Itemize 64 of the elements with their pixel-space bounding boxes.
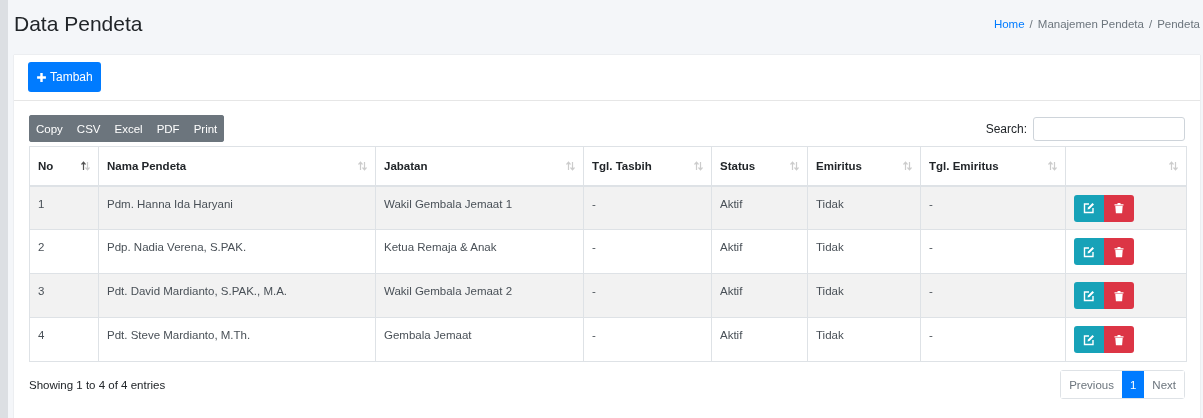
table-cell: Aktif	[720, 285, 743, 297]
table-cell: Tidak	[816, 241, 844, 253]
breadcrumb-item: Manajemen Pendeta	[1037, 18, 1144, 30]
plus-icon	[36, 71, 47, 83]
edit-button[interactable]	[1074, 238, 1104, 265]
table-cell: -	[929, 285, 933, 297]
delete-button[interactable]	[1104, 282, 1134, 309]
pagination-button[interactable]: 1	[1121, 371, 1145, 398]
edit-button[interactable]	[1074, 194, 1104, 222]
table-cell: 1	[38, 197, 45, 210]
table-cell: 4	[38, 329, 45, 341]
add-button[interactable]: Tambah	[28, 62, 101, 92]
page-title: Data Pendeta	[14, 12, 143, 36]
trash-icon	[1113, 245, 1125, 258]
delete-button[interactable]	[1104, 326, 1134, 353]
table-cell: -	[592, 197, 596, 210]
column-header[interactable]: Tgl. Emiritus	[929, 159, 999, 172]
table-cell: -	[929, 329, 933, 341]
column-header[interactable]: Status	[720, 159, 756, 172]
table-cell: -	[592, 241, 596, 253]
table-cell: Aktif	[720, 329, 743, 341]
table-cell: Ketua Remaja & Anak	[384, 241, 497, 253]
table-cell: Aktif	[720, 241, 743, 253]
search-label: Search:	[985, 121, 1027, 136]
search-field[interactable]	[1033, 116, 1185, 141]
column-header[interactable]: Nama Pendeta	[107, 159, 187, 172]
table-cell: Wakil Gembala Jemaat 2	[384, 285, 513, 297]
table-cell: Gembala Jemaat	[384, 329, 472, 341]
breadcrumb-separator: /	[1029, 18, 1033, 30]
column-header[interactable]: Tgl. Tasbih	[592, 159, 652, 172]
table-cell: -	[929, 241, 933, 253]
table-cell: -	[929, 197, 933, 210]
table-cell: Pdt. Steve Mardianto, M.Th.	[107, 329, 251, 341]
table-cell: 3	[38, 285, 45, 297]
delete-button[interactable]	[1104, 194, 1134, 222]
entries-info: Showing 1 to 4 of 4 entries	[29, 378, 166, 391]
trash-icon	[1113, 289, 1125, 302]
edit-button[interactable]	[1074, 282, 1104, 309]
table-cell: Tidak	[816, 197, 844, 210]
trash-icon	[1113, 333, 1125, 346]
edit-icon	[1083, 333, 1095, 346]
trash-icon	[1113, 202, 1125, 214]
table-cell: 2	[38, 241, 45, 253]
breadcrumb-link[interactable]: Home	[993, 18, 1025, 30]
table-cell: Tidak	[816, 329, 844, 341]
column-header[interactable]: Jabatan	[384, 159, 428, 172]
edit-icon	[1083, 289, 1095, 302]
edit-button[interactable]	[1074, 326, 1104, 353]
table-cell: Pdp. Nadia Verena, S.PAK.	[107, 241, 247, 253]
breadcrumb-item: Pendeta	[1157, 18, 1200, 30]
table-cell: Pdt. David Mardianto, S.PAK., M.A.	[107, 285, 288, 297]
delete-button[interactable]	[1104, 238, 1134, 265]
table-cell: Pdm. Hanna Ida Haryani	[107, 197, 233, 210]
column-header[interactable]: Emiritus	[816, 159, 862, 172]
table-cell: Wakil Gembala Jemaat 1	[384, 197, 513, 210]
sort-icon[interactable]	[81, 160, 90, 171]
breadcrumb-separator: /	[1148, 18, 1153, 30]
table-cell: -	[592, 285, 596, 297]
edit-icon	[1083, 202, 1095, 214]
edit-icon	[1083, 245, 1095, 258]
table-cell: Tidak	[816, 285, 844, 297]
table-cell: Aktif	[720, 197, 743, 210]
column-header[interactable]: No	[38, 159, 54, 172]
table-cell: -	[592, 329, 596, 341]
